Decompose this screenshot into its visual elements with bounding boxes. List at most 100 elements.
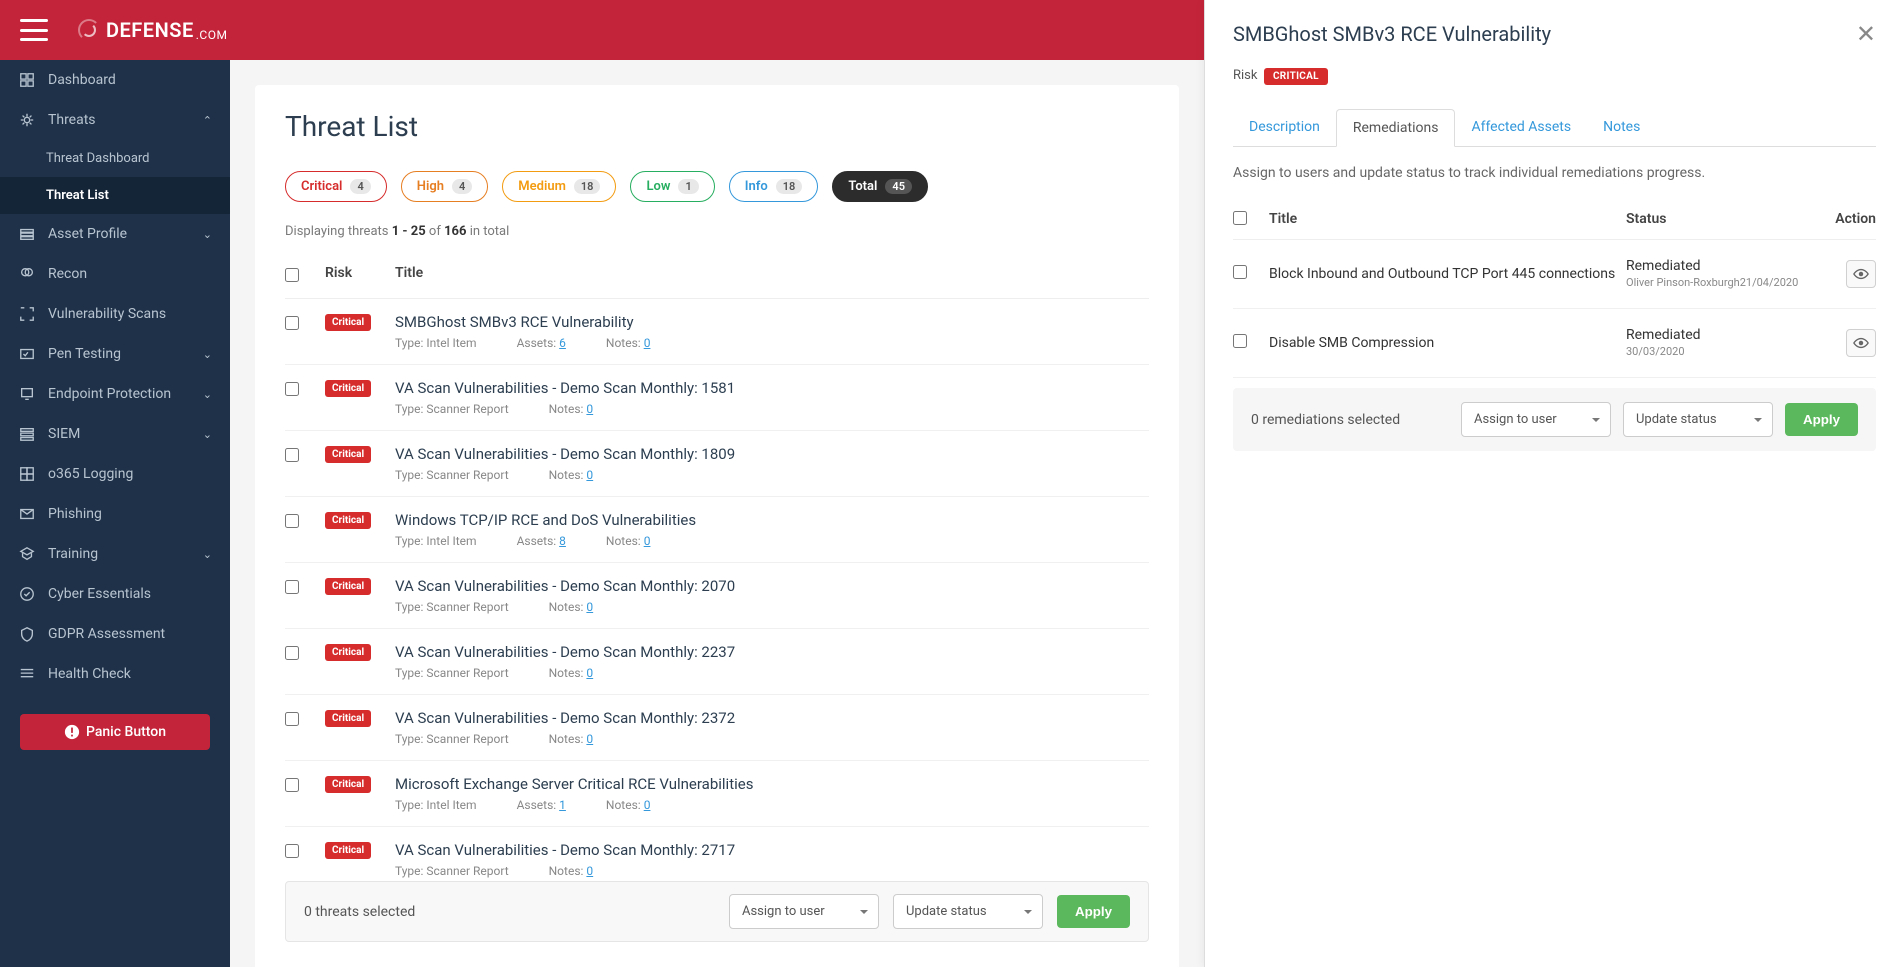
tab-affected-assets[interactable]: Affected Assets bbox=[1455, 109, 1587, 146]
row-checkbox[interactable] bbox=[285, 712, 299, 726]
table-row[interactable]: CriticalVA Scan Vulnerabilities - Demo S… bbox=[285, 563, 1149, 629]
table-row[interactable]: CriticalVA Scan Vulnerabilities - Demo S… bbox=[285, 629, 1149, 695]
filter-medium[interactable]: Medium18 bbox=[502, 171, 616, 202]
threat-type: Type: Scanner Report bbox=[395, 468, 509, 482]
nav-o365-logging[interactable]: o365 Logging bbox=[0, 454, 230, 494]
row-checkbox[interactable] bbox=[285, 514, 299, 528]
nav-gdpr-assessment[interactable]: GDPR Assessment bbox=[0, 614, 230, 654]
row-checkbox[interactable] bbox=[285, 844, 299, 858]
pentest-icon bbox=[18, 345, 36, 363]
panel-risk: Risk CRITICAL bbox=[1233, 68, 1876, 85]
threat-title: SMBGhost SMBv3 RCE Vulnerability bbox=[395, 313, 1149, 331]
threat-notes: Notes: 0 bbox=[549, 732, 594, 746]
row-checkbox[interactable] bbox=[285, 382, 299, 396]
row-checkbox[interactable] bbox=[285, 316, 299, 330]
panel-update-select[interactable]: Update status bbox=[1623, 402, 1773, 437]
filter-label: Low bbox=[646, 179, 670, 194]
filter-low[interactable]: Low1 bbox=[630, 171, 714, 202]
chevron-down-icon: ⌄ bbox=[203, 548, 212, 561]
close-icon[interactable]: ✕ bbox=[1856, 20, 1876, 48]
logo-text: DEFENSE bbox=[106, 18, 194, 42]
risk-badge: Critical bbox=[325, 314, 371, 331]
row-checkbox[interactable] bbox=[285, 646, 299, 660]
notes-link[interactable]: 0 bbox=[644, 336, 651, 350]
nav-training[interactable]: Training⌄ bbox=[0, 534, 230, 574]
cyber-icon bbox=[18, 585, 36, 603]
health-icon bbox=[18, 665, 36, 683]
filter-info[interactable]: Info18 bbox=[729, 171, 819, 202]
assets-link[interactable]: 8 bbox=[559, 534, 566, 548]
view-button[interactable] bbox=[1846, 260, 1876, 288]
notes-link[interactable]: 0 bbox=[586, 402, 593, 416]
risk-badge: CRITICAL bbox=[1264, 68, 1328, 85]
tab-notes[interactable]: Notes bbox=[1587, 109, 1656, 146]
table-row[interactable]: CriticalVA Scan Vulnerabilities - Demo S… bbox=[285, 695, 1149, 761]
hamburger-menu-icon[interactable] bbox=[20, 19, 48, 41]
assets-link[interactable]: 6 bbox=[559, 336, 566, 350]
nav-threat-dashboard[interactable]: Threat Dashboard bbox=[0, 140, 230, 177]
risk-badge: Critical bbox=[325, 710, 371, 727]
threat-notes: Notes: 0 bbox=[606, 336, 651, 350]
nav-cyber-essentials[interactable]: Cyber Essentials bbox=[0, 574, 230, 614]
tab-description[interactable]: Description bbox=[1233, 109, 1336, 146]
nav-threat-list[interactable]: Threat List bbox=[0, 177, 230, 214]
rem-checkbox[interactable] bbox=[1233, 334, 1247, 348]
notes-link[interactable]: 0 bbox=[586, 600, 593, 614]
table-row[interactable]: CriticalWindows TCP/IP RCE and DoS Vulne… bbox=[285, 497, 1149, 563]
notes-link[interactable]: 0 bbox=[586, 864, 593, 878]
table-row[interactable]: CriticalVA Scan Vulnerabilities - Demo S… bbox=[285, 365, 1149, 431]
filter-count: 18 bbox=[574, 179, 601, 194]
nav-label: SIEM bbox=[48, 426, 80, 442]
update-status-select[interactable]: Update status bbox=[893, 894, 1043, 929]
sidebar: DashboardThreats⌃Threat DashboardThreat … bbox=[0, 60, 230, 967]
nav-phishing[interactable]: Phishing bbox=[0, 494, 230, 534]
notes-link[interactable]: 0 bbox=[644, 534, 651, 548]
risk-badge: Critical bbox=[325, 380, 371, 397]
filter-critical[interactable]: Critical4 bbox=[285, 171, 387, 202]
panel-action-bar: 0 remediations selected Assign to user U… bbox=[1233, 388, 1876, 451]
select-all-checkbox[interactable] bbox=[285, 268, 299, 282]
nav-health-check[interactable]: Health Check bbox=[0, 654, 230, 694]
nav-pen-testing[interactable]: Pen Testing⌄ bbox=[0, 334, 230, 374]
notes-link[interactable]: 0 bbox=[586, 468, 593, 482]
risk-badge: Critical bbox=[325, 512, 371, 529]
notes-link[interactable]: 0 bbox=[644, 798, 651, 812]
filter-high[interactable]: High4 bbox=[401, 171, 489, 202]
row-checkbox[interactable] bbox=[285, 448, 299, 462]
apply-button[interactable]: Apply bbox=[1057, 895, 1130, 928]
siem-icon bbox=[18, 425, 36, 443]
filter-label: Critical bbox=[301, 179, 342, 194]
nav-dashboard[interactable]: Dashboard bbox=[0, 60, 230, 100]
nav-recon[interactable]: Recon bbox=[0, 254, 230, 294]
rem-checkbox[interactable] bbox=[1233, 265, 1247, 279]
nav-siem[interactable]: SIEM⌄ bbox=[0, 414, 230, 454]
rem-user: Oliver Pinson-Roxburgh bbox=[1626, 276, 1740, 289]
filter-total[interactable]: Total45 bbox=[832, 171, 928, 202]
threat-assets: Assets: 6 bbox=[517, 336, 566, 350]
assign-user-select[interactable]: Assign to user bbox=[729, 894, 879, 929]
notes-link[interactable]: 0 bbox=[586, 732, 593, 746]
nav-threats[interactable]: Threats⌃ bbox=[0, 100, 230, 140]
view-button[interactable] bbox=[1846, 329, 1876, 357]
table-row[interactable]: CriticalMicrosoft Exchange Server Critic… bbox=[285, 761, 1149, 827]
nav-asset-profile[interactable]: Asset Profile⌄ bbox=[0, 214, 230, 254]
threat-title: VA Scan Vulnerabilities - Demo Scan Mont… bbox=[395, 643, 1149, 661]
table-row[interactable]: CriticalVA Scan Vulnerabilities - Demo S… bbox=[285, 431, 1149, 497]
nav-label: Endpoint Protection bbox=[48, 386, 171, 402]
chevron-down-icon: ⌄ bbox=[203, 388, 212, 401]
rem-select-all[interactable] bbox=[1233, 211, 1247, 225]
row-checkbox[interactable] bbox=[285, 778, 299, 792]
panel-assign-select[interactable]: Assign to user bbox=[1461, 402, 1611, 437]
tab-remediations[interactable]: Remediations bbox=[1336, 109, 1456, 147]
nav-endpoint-protection[interactable]: Endpoint Protection ⌄ bbox=[0, 374, 230, 414]
nav-vulnerability-scans[interactable]: Vulnerability Scans bbox=[0, 294, 230, 334]
table-row[interactable]: Critical SMBGhost SMBv3 RCE Vulnerability… bbox=[285, 299, 1149, 365]
panel-apply-button[interactable]: Apply bbox=[1785, 403, 1858, 436]
threat-notes: Notes: 0 bbox=[549, 666, 594, 680]
threat-notes: Notes: 0 bbox=[549, 402, 594, 416]
assets-link[interactable]: 1 bbox=[559, 798, 566, 812]
nav-label: GDPR Assessment bbox=[48, 626, 165, 642]
notes-link[interactable]: 0 bbox=[586, 666, 593, 680]
row-checkbox[interactable] bbox=[285, 580, 299, 594]
panic-button[interactable]: Panic Button bbox=[20, 714, 210, 750]
